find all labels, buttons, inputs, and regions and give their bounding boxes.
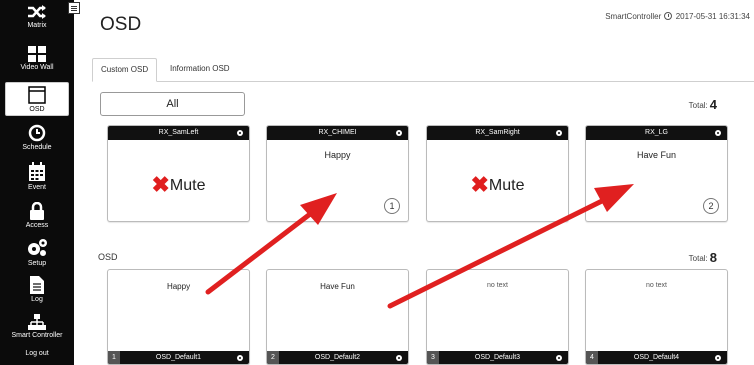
osd-card[interactable]: no text 3 OSD_Default3 bbox=[426, 269, 569, 365]
gear-icon[interactable] bbox=[396, 355, 402, 361]
sidebar: Matrix Video Wall OSD Schedule Event Acc… bbox=[0, 0, 74, 365]
sidebar-item-video-wall[interactable]: Video Wall bbox=[0, 46, 74, 71]
mute-indicator: ✖Mute bbox=[151, 172, 206, 197]
mute-indicator: ✖Mute bbox=[470, 172, 525, 197]
sidebar-item-label: Event bbox=[28, 184, 46, 191]
osd-name: OSD_Default3 bbox=[474, 354, 521, 361]
window-icon bbox=[28, 86, 46, 104]
datetime: 2017-05-31 16:31:34 bbox=[675, 12, 750, 21]
receiver-card[interactable]: RX_SamRight ✖Mute bbox=[426, 125, 569, 222]
sidebar-item-matrix[interactable]: Matrix bbox=[0, 4, 74, 29]
sidebar-item-label: Smart Controller bbox=[11, 332, 63, 339]
osd-card-footer: 2 OSD_Default2 bbox=[267, 351, 408, 364]
gear-icon[interactable] bbox=[715, 355, 721, 361]
controller-name: SmartController bbox=[605, 12, 662, 21]
header-status: SmartController 2017-05-31 16:31:34 bbox=[605, 12, 750, 21]
osd-card-text: Have Fun bbox=[320, 282, 355, 291]
gear-icon[interactable] bbox=[715, 130, 721, 136]
clock-icon bbox=[28, 124, 46, 142]
osd-name: OSD_Default2 bbox=[314, 354, 361, 361]
osd-card-footer: 4 OSD_Default4 bbox=[586, 351, 727, 364]
gear-icon[interactable] bbox=[396, 130, 402, 136]
osd-name: OSD_Default1 bbox=[155, 354, 202, 361]
osd-total: Total: 8 bbox=[689, 250, 717, 265]
receiver-card[interactable]: RX_SamLeft ✖Mute bbox=[107, 125, 250, 222]
sidebar-item-setup[interactable]: Setup bbox=[0, 238, 74, 267]
document-icon bbox=[30, 276, 44, 294]
sidebar-item-label: Access bbox=[25, 222, 49, 229]
receiver-card[interactable]: RX_LG Have Fun 2 bbox=[585, 125, 728, 222]
shuffle-icon bbox=[28, 5, 46, 19]
gear-icon[interactable] bbox=[237, 130, 243, 136]
sidebar-item-event[interactable]: Event bbox=[0, 162, 74, 191]
receiver-total: Total: 4 bbox=[689, 97, 717, 112]
sidebar-item-label: Log bbox=[31, 296, 43, 303]
network-icon bbox=[28, 314, 46, 330]
filter-all-button[interactable]: All bbox=[100, 92, 245, 116]
grid-icon bbox=[28, 46, 46, 62]
osd-card[interactable]: Happy 1 OSD_Default1 bbox=[107, 269, 250, 365]
osd-card-text: Happy bbox=[166, 282, 191, 291]
osd-card-text: no text bbox=[486, 282, 508, 289]
receiver-name: RX_SamLeft bbox=[158, 129, 199, 136]
gear-icon[interactable] bbox=[556, 355, 562, 361]
tab-information-osd[interactable]: Information OSD bbox=[162, 58, 238, 82]
gear-icon[interactable] bbox=[556, 130, 562, 136]
osd-card[interactable]: Have Fun 2 OSD_Default2 bbox=[266, 269, 409, 365]
osd-card-text: no text bbox=[645, 282, 667, 289]
osd-content-text: Have Fun bbox=[636, 150, 677, 160]
osd-card[interactable]: no text 4 OSD_Default4 bbox=[585, 269, 728, 365]
receiver-card[interactable]: RX_CHIMEI Happy 1 bbox=[266, 125, 409, 222]
sidebar-item-label: Matrix bbox=[27, 22, 47, 29]
receiver-name: RX_LG bbox=[645, 129, 668, 136]
sidebar-item-osd[interactable]: OSD bbox=[5, 82, 69, 116]
section-title-osd: OSD bbox=[98, 252, 118, 262]
total-count: 8 bbox=[709, 250, 717, 265]
sidebar-item-label: Log out bbox=[25, 350, 49, 357]
osd-card-footer: 3 OSD_Default3 bbox=[427, 351, 568, 364]
receiver-name: RX_SamRight bbox=[475, 129, 520, 136]
sidebar-item-label: OSD bbox=[29, 106, 45, 113]
gears-icon bbox=[28, 239, 47, 256]
total-label: Total: bbox=[688, 101, 708, 110]
tab-bar: Custom OSD Information OSD bbox=[92, 58, 754, 82]
lock-icon bbox=[30, 202, 44, 220]
receiver-card-header: RX_SamLeft bbox=[108, 126, 249, 140]
receiver-card-header: RX_SamRight bbox=[427, 126, 568, 140]
close-icon: ✖ bbox=[151, 172, 170, 197]
sidebar-item-label: Video Wall bbox=[20, 64, 54, 71]
sidebar-item-smart-controller[interactable]: Smart Controller bbox=[0, 314, 74, 339]
osd-content-text: Happy bbox=[324, 150, 351, 160]
osd-number-badge: 2 bbox=[703, 198, 719, 214]
receiver-card-header: RX_CHIMEI bbox=[267, 126, 408, 140]
close-icon: ✖ bbox=[470, 172, 489, 197]
receiver-card-header: RX_LG bbox=[586, 126, 727, 140]
clock-icon bbox=[664, 12, 673, 20]
receiver-name: RX_CHIMEI bbox=[318, 129, 357, 136]
total-label: Total: bbox=[688, 254, 708, 263]
osd-card-footer: 1 OSD_Default1 bbox=[108, 351, 249, 364]
tab-custom-osd[interactable]: Custom OSD bbox=[92, 58, 158, 82]
sidebar-item-access[interactable]: Access bbox=[0, 202, 74, 229]
calendar-icon bbox=[29, 162, 45, 181]
sidebar-item-log-out[interactable]: Log out bbox=[0, 350, 74, 357]
sidebar-item-log[interactable]: Log bbox=[0, 276, 74, 303]
sidebar-item-label: Schedule bbox=[22, 144, 52, 151]
gear-icon[interactable] bbox=[237, 355, 243, 361]
page-title: OSD bbox=[100, 14, 142, 35]
sidebar-item-schedule[interactable]: Schedule bbox=[0, 124, 74, 151]
osd-number-badge: 1 bbox=[384, 198, 400, 214]
menu-toggle-icon[interactable] bbox=[68, 2, 80, 14]
total-count: 4 bbox=[709, 97, 717, 112]
osd-name: OSD_Default4 bbox=[633, 354, 680, 361]
sidebar-item-label: Setup bbox=[27, 260, 47, 267]
